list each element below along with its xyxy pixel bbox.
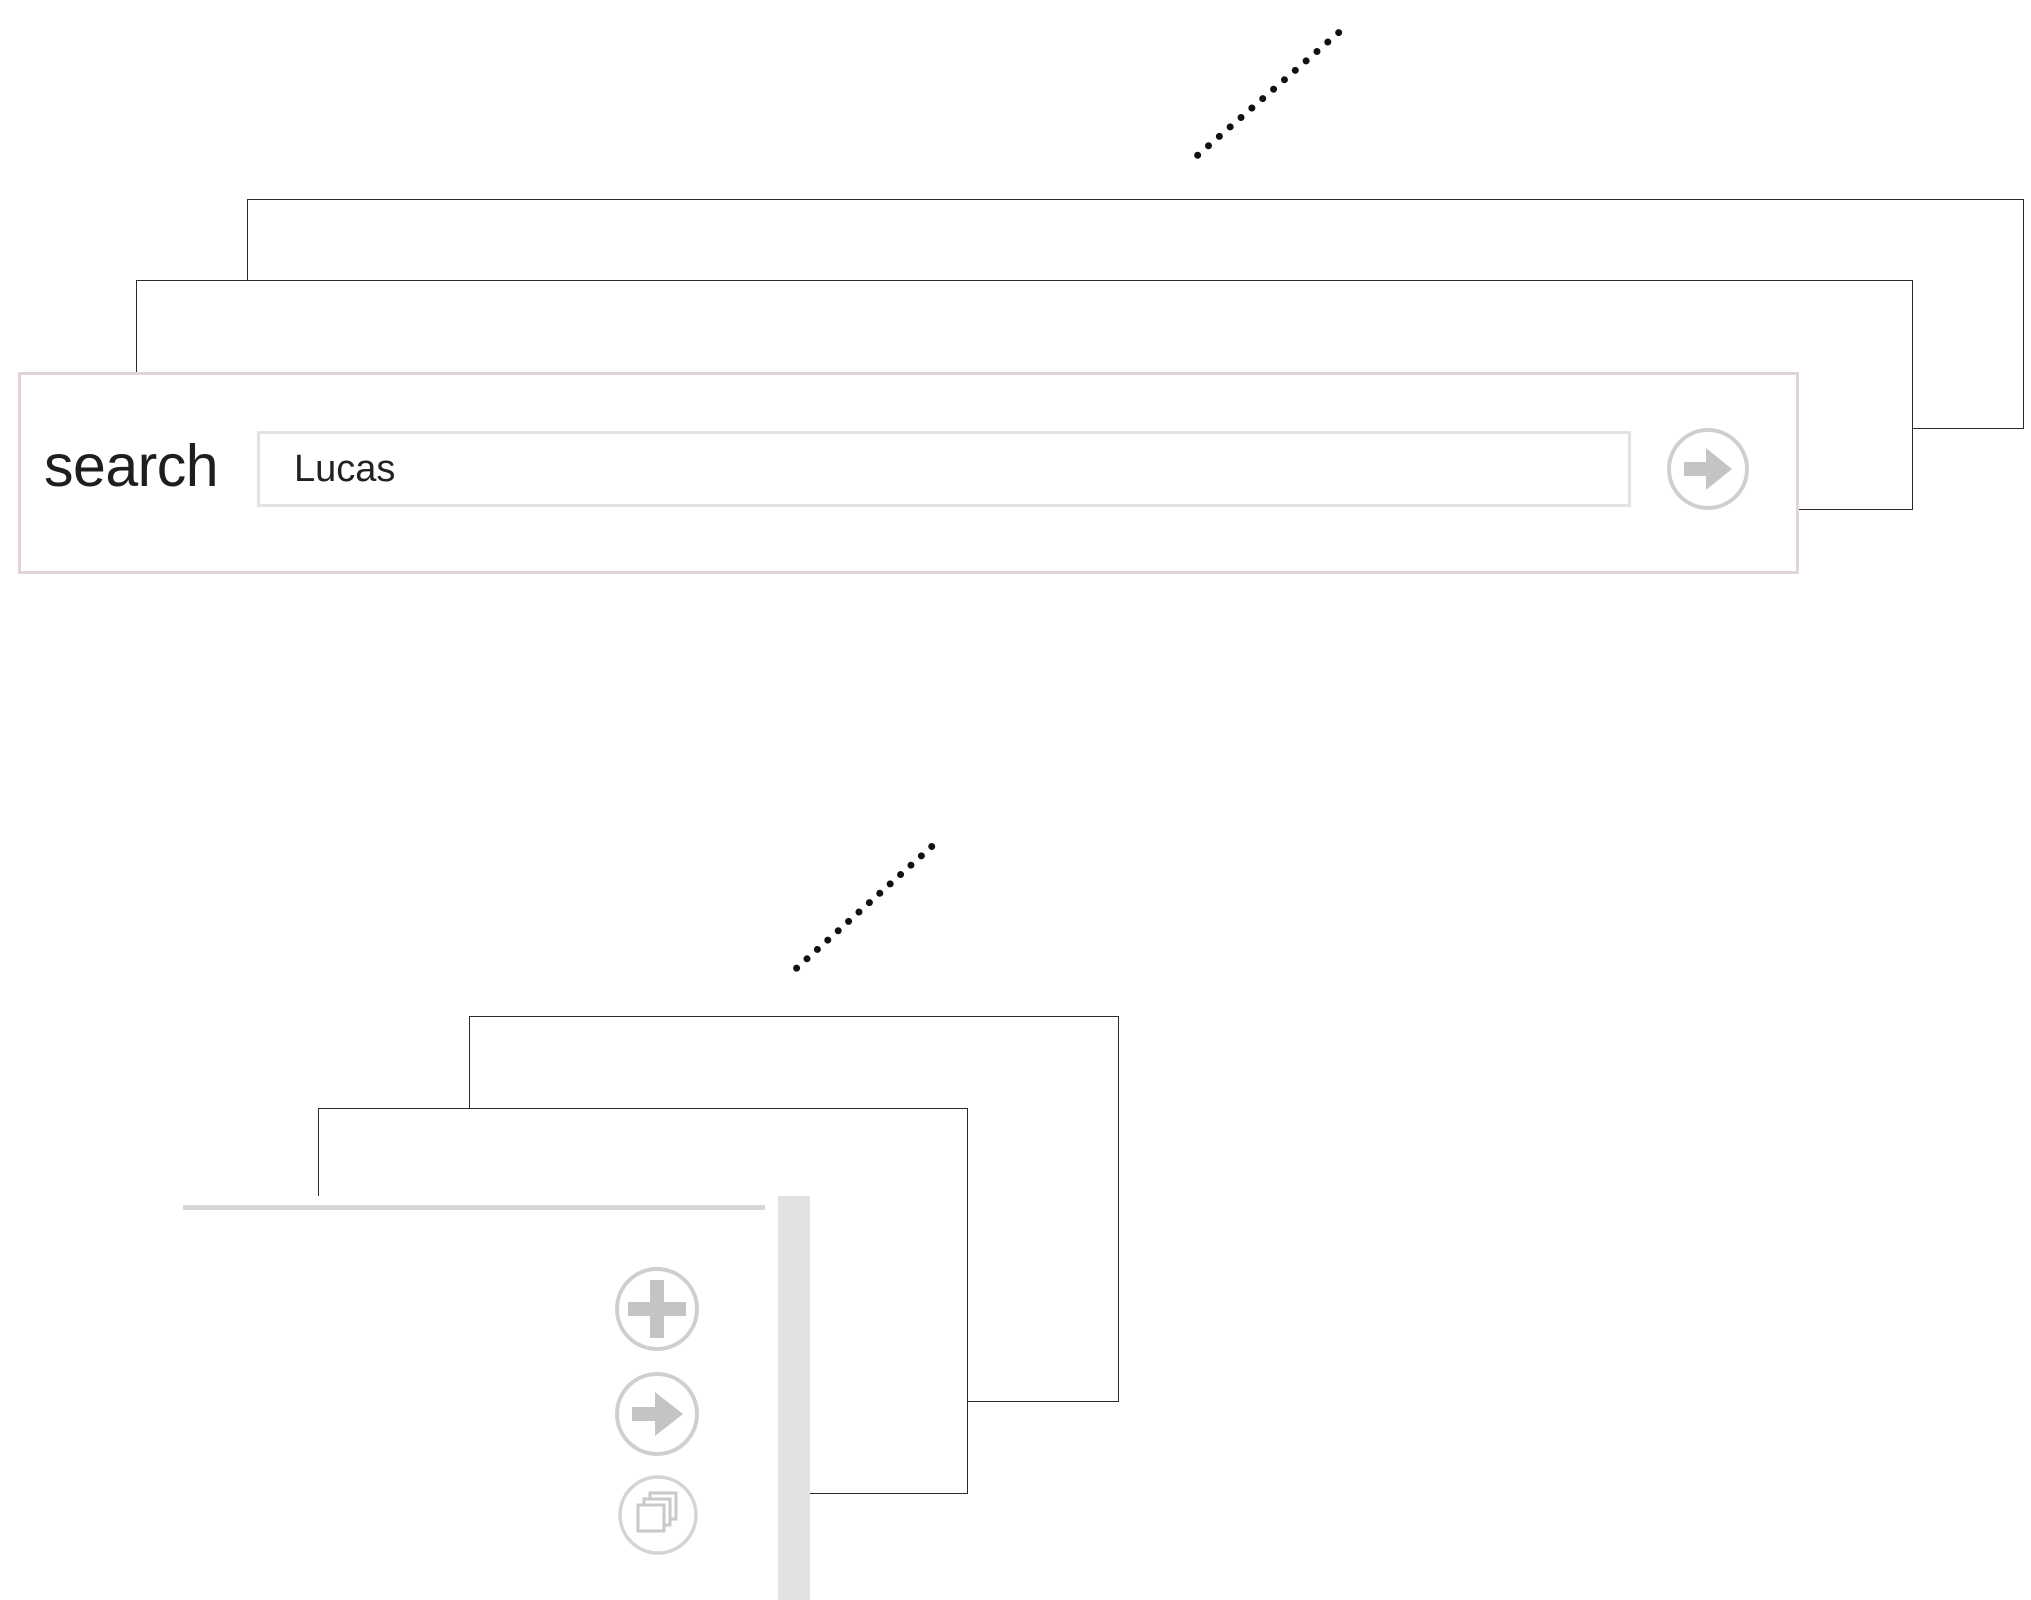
arrow-right-circle-icon <box>1667 428 1749 510</box>
dotted-connector-bottom <box>791 841 937 974</box>
canvas: search <box>0 0 2031 1600</box>
stacked-windows-button[interactable] <box>617 1474 699 1556</box>
stacked-windows-circle-icon <box>618 1475 698 1555</box>
arrow-right-circle-icon <box>615 1372 699 1456</box>
search-panel: search <box>18 372 1799 574</box>
search-input[interactable] <box>257 431 1631 507</box>
next-button[interactable] <box>613 1370 701 1458</box>
search-go-button[interactable] <box>1666 427 1750 511</box>
plus-circle-icon <box>615 1267 699 1351</box>
dotted-connector-top <box>1192 27 1344 161</box>
search-label: search <box>44 433 219 499</box>
scrollbar[interactable] <box>778 1196 810 1600</box>
panel-divider <box>183 1205 765 1210</box>
add-button[interactable] <box>613 1265 701 1353</box>
